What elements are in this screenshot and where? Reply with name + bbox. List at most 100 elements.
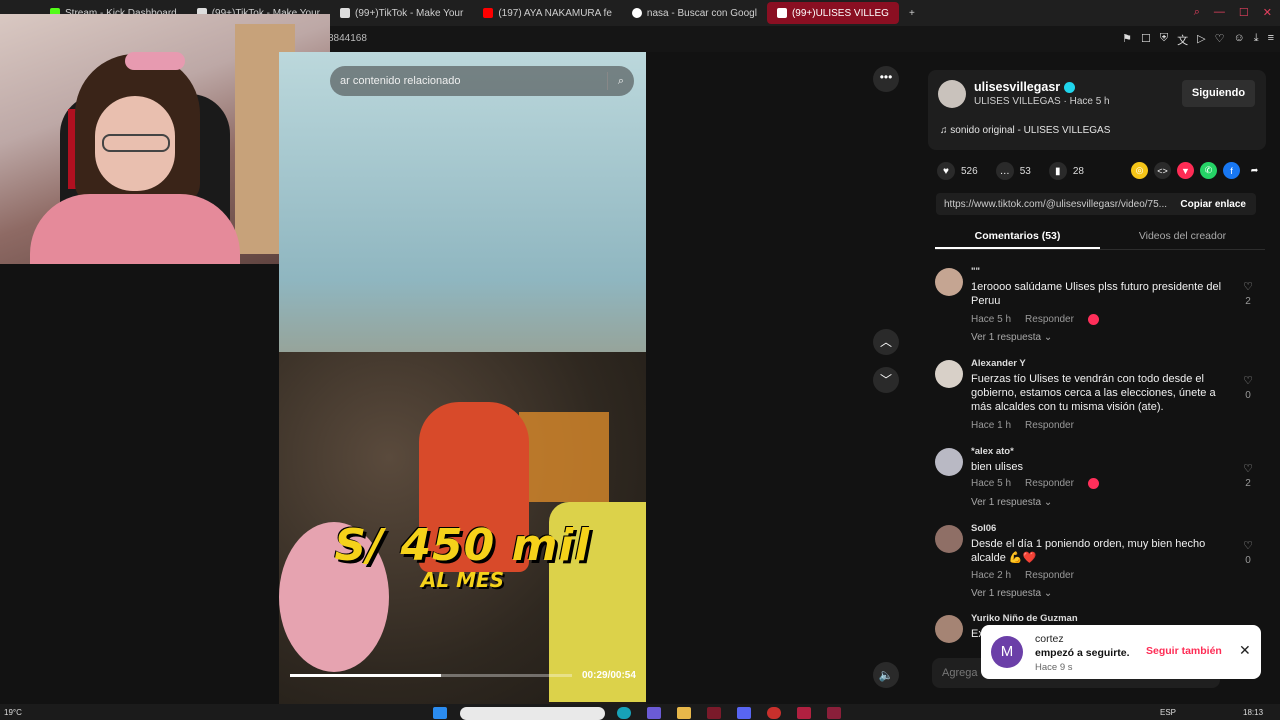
commenter-avatar[interactable] (935, 268, 963, 296)
view-replies[interactable]: Ver 1 respuesta ⌄ (971, 588, 1052, 599)
video-player[interactable] (279, 52, 646, 704)
browser-icon[interactable] (767, 707, 781, 719)
new-tab-button[interactable]: + (899, 2, 925, 24)
weather-widget[interactable]: 19°C (4, 708, 22, 717)
comment-count: 53 (1019, 165, 1031, 177)
creator-subline: ULISES VILLEGAS · Hace 5 h (974, 96, 1110, 107)
following-button[interactable]: Siguiendo (1182, 80, 1255, 107)
heart-icon[interactable]: ♥ (937, 162, 955, 180)
app-icon[interactable] (647, 707, 661, 719)
notification-username[interactable]: cortez (1035, 633, 1064, 645)
creator-username[interactable]: ulisesvillegasr (974, 80, 1076, 94)
commenter-name[interactable]: Alexander Y (971, 358, 1026, 369)
close-icon[interactable]: ✕ (1239, 642, 1251, 659)
comment-like-icon[interactable]: ♡ (1241, 280, 1255, 293)
bookmark-icon[interactable]: ▮ (1048, 162, 1067, 180)
tiktok-icon (340, 8, 351, 18)
search-divider (606, 72, 608, 90)
translate-icon[interactable]: 文 (1177, 32, 1188, 48)
windows-start-icon[interactable] (433, 707, 447, 719)
folder-icon[interactable] (677, 707, 691, 719)
discord-icon[interactable] (737, 707, 751, 719)
glasses (102, 134, 170, 152)
search-icon[interactable]: ⌕ (1194, 6, 1200, 19)
follow-back-button[interactable]: Seguir también (1146, 645, 1222, 657)
notification-time: Hace 9 s (1035, 662, 1073, 673)
minimize-icon[interactable]: — (1214, 6, 1225, 19)
whatsapp-icon[interactable]: ✆ (1200, 162, 1217, 179)
video-caption-amount: S/ 450 mil (334, 520, 591, 571)
commenter-avatar[interactable] (935, 525, 963, 553)
menu-icon[interactable]: ≡ (1268, 32, 1274, 48)
taskbar-clock[interactable]: 18:13 (1243, 708, 1263, 717)
video-link-url[interactable]: https://www.tiktok.com/@ulisesvillegasr/… (936, 199, 1172, 210)
comment-like-icon[interactable]: ♡ (1241, 539, 1255, 552)
embed-icon[interactable]: <> (1154, 162, 1171, 179)
commenter-avatar[interactable] (935, 360, 963, 388)
url-text[interactable]: 8844168 (328, 33, 367, 44)
reply-button[interactable]: Responder (1025, 420, 1074, 431)
download-icon[interactable]: ⤓ (1254, 32, 1259, 48)
obs-icon[interactable] (797, 707, 811, 719)
tab-creator-videos[interactable]: Videos del creador (1100, 226, 1265, 249)
notification-avatar[interactable]: M (991, 636, 1023, 668)
commenter-avatar[interactable] (935, 448, 963, 476)
comment-item: *alex ato* bien ulises Hace 5 h Responder… (935, 446, 1265, 516)
coin-icon[interactable]: ◎ (1131, 162, 1148, 179)
close-icon[interactable]: ✕ (1263, 6, 1272, 19)
reader-icon[interactable]: ☐ (1141, 32, 1151, 48)
profile-icon[interactable]: ☺ (1233, 32, 1244, 48)
browser-toolbar: ⚑ ☐ ⛨ 文 ▷ ♡ ☺ ⤓ ≡ (1122, 32, 1274, 48)
creator-avatar[interactable] (938, 80, 966, 108)
verified-icon (1064, 82, 1076, 94)
taskbar-search[interactable] (460, 707, 605, 720)
shield-icon[interactable]: ⛨ (1160, 32, 1168, 48)
save-count: 28 (1072, 165, 1084, 177)
copy-link-button[interactable]: Copiar enlace (1180, 199, 1256, 210)
bookmark-icon[interactable]: ⚑ (1122, 32, 1132, 48)
search-icon[interactable]: ⌕ (618, 75, 624, 88)
send-icon[interactable]: ▼ (1177, 162, 1194, 179)
browser-tab[interactable]: (99+)TikTok - Make Your (330, 2, 473, 24)
app-icon[interactable] (827, 707, 841, 719)
language-indicator[interactable]: ESP (1160, 708, 1176, 717)
more-options-button[interactable]: ••• (873, 66, 899, 92)
comment-item: Alexander Y Fuerzas tío Ulises te vendrá… (935, 358, 1265, 438)
comment-item: Sol06 Desde el día 1 poniendo orden, muy… (935, 523, 1265, 603)
commenter-avatar[interactable] (935, 615, 963, 643)
commenter-name[interactable]: Yuriko Niño de Guzman (971, 613, 1078, 624)
reply-button[interactable]: Responder (1025, 314, 1074, 325)
comment-time: Hace 5 h (971, 478, 1012, 490)
facebook-icon[interactable]: f (1223, 162, 1240, 179)
follow-notification: M cortez empezó a seguirte. Hace 9 s Seg… (981, 625, 1261, 679)
comment-like-icon[interactable]: ♡ (1241, 374, 1255, 387)
volume-button[interactable]: 🔈 (873, 662, 899, 688)
heart-icon[interactable]: ♡ (1215, 32, 1225, 48)
reply-button[interactable]: Responder (1025, 478, 1074, 489)
previous-video-button[interactable]: ︿ (873, 329, 899, 355)
video-progress-bar[interactable] (290, 674, 572, 677)
sound-link[interactable]: ♫ sonido original - ULISES VILLEGAS (940, 125, 1110, 136)
maximize-icon[interactable]: ☐ (1239, 6, 1249, 19)
reply-button[interactable]: Responder (1025, 570, 1074, 581)
google-icon (631, 8, 642, 18)
commenter-name[interactable]: "" (971, 266, 980, 277)
browser-tab-active[interactable]: (99+)ULISES VILLEG (766, 2, 899, 24)
app-icon[interactable] (707, 707, 721, 719)
play-icon[interactable]: ▷ (1197, 32, 1205, 48)
edge-icon[interactable] (617, 707, 631, 719)
comment-like-icon[interactable]: ♡ (1241, 462, 1255, 475)
comment-meta: Hace 5 h Responder (971, 478, 1113, 489)
related-search-bar[interactable]: ar contenido relacionado ⌕ (330, 66, 634, 96)
comment-icon[interactable]: … (995, 162, 1014, 180)
commenter-name[interactable]: Sol06 (971, 523, 996, 534)
view-replies[interactable]: Ver 1 respuesta ⌄ (971, 332, 1052, 343)
comment-text: Fuerzas tío Ulises te vendrán con todo d… (971, 373, 1216, 413)
browser-tab[interactable]: (197) AYA NAKAMURA fe (473, 2, 622, 24)
browser-tab[interactable]: nasa - Buscar con Googl (622, 2, 767, 24)
next-video-button[interactable]: ﹀ (873, 367, 899, 393)
share-arrow-icon[interactable]: ➦ (1246, 162, 1263, 179)
commenter-name[interactable]: *alex ato* (971, 446, 1014, 457)
tab-comments[interactable]: Comentarios (53) (935, 226, 1100, 249)
view-replies[interactable]: Ver 1 respuesta ⌄ (971, 497, 1052, 508)
